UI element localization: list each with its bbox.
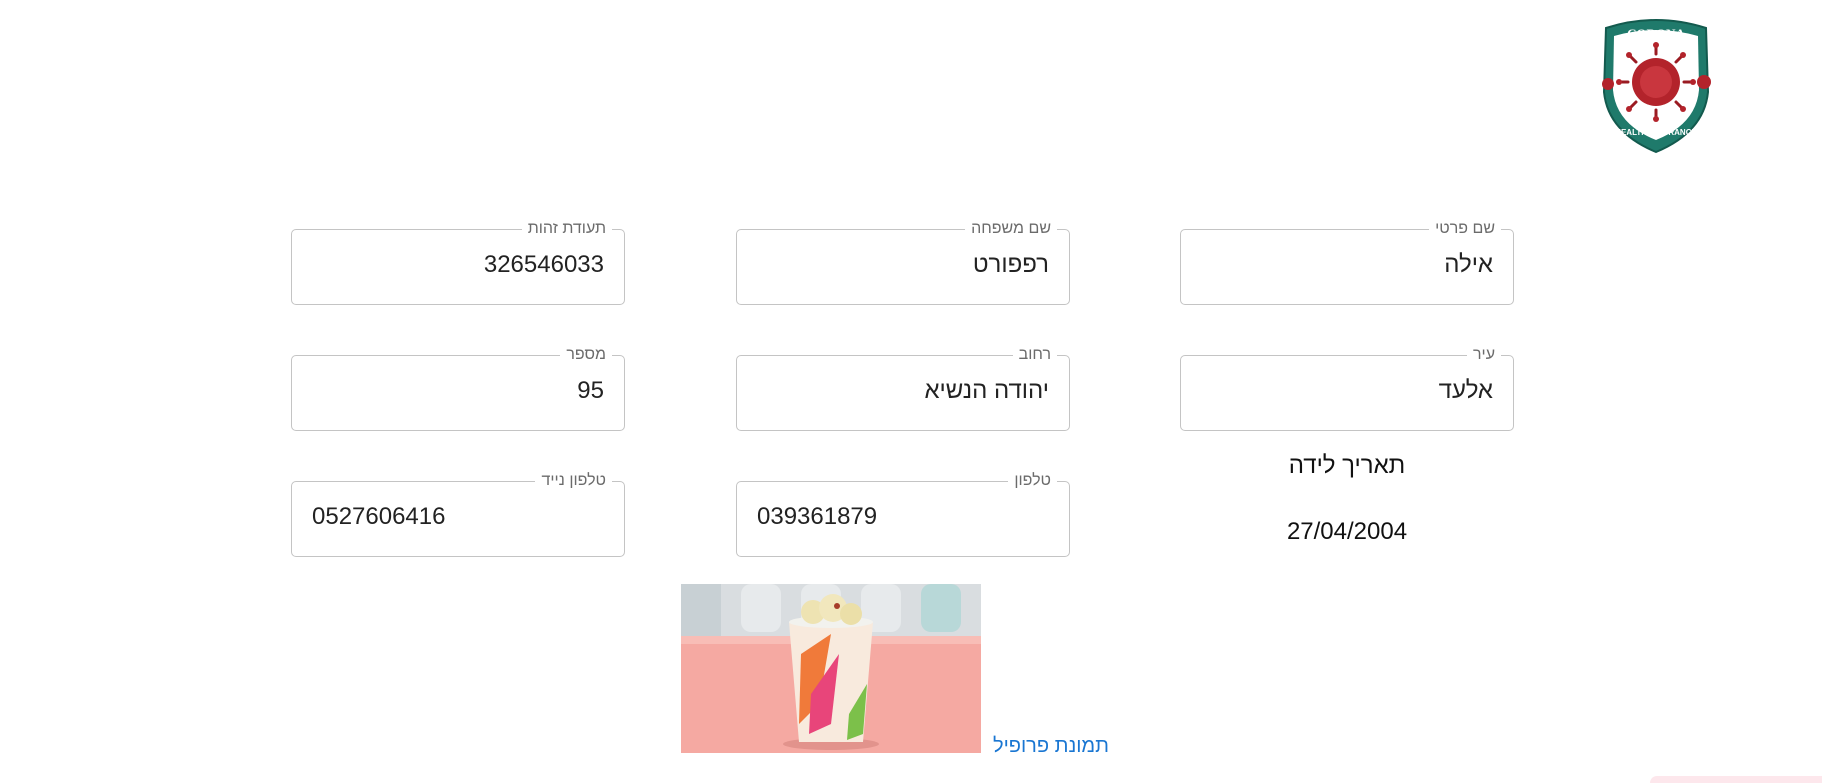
first-name-value[interactable]: אילה [1201,249,1493,281]
house-number-label: מספר [566,346,606,363]
house-number-field[interactable]: מספר 95 [291,347,625,431]
house-number-value[interactable]: 95 [312,375,604,407]
phone-label: טלפון [1014,472,1051,489]
birth-date-value: 27/04/2004 [1286,518,1408,545]
id-number-value[interactable]: 326546033 [312,249,604,281]
last-name-label: שם משפחה [971,220,1051,237]
last-name-field[interactable]: שם משפחה רפפורט [736,221,1070,305]
profile-picture-link[interactable]: תמונת פרופיל [993,733,1109,759]
street-label: רחוב [1018,346,1051,363]
street-value[interactable]: יהודה הנשיא [757,375,1049,407]
city-field[interactable]: עיר אלעד [1180,347,1514,431]
logo-bottom-text: HEALTH INSURANCE [1615,128,1697,137]
phone-value[interactable]: 039361879 [757,501,1049,533]
street-field[interactable]: רחוב יהודה הנשיא [736,347,1070,431]
birth-date-label: תאריך לידה [1288,452,1406,479]
id-number-field[interactable]: תעודת זהות 326546033 [291,221,625,305]
bottom-edge-decoration [1650,776,1822,783]
first-name-field[interactable]: שם פרטי אילה [1180,221,1514,305]
corona-health-insurance-logo: CORONA HEALTH INSURANCE [1602,19,1711,154]
mobile-phone-field[interactable]: טלפון נייד 0527606416 [291,473,625,557]
patient-details-page: CORONA HEALTH INSURANCE תעודת זהות 32654… [0,0,1822,783]
city-value[interactable]: אלעד [1201,375,1493,407]
mobile-phone-value[interactable]: 0527606416 [312,501,604,533]
profile-photo [681,584,981,753]
first-name-label: שם פרטי [1435,220,1495,237]
phone-field[interactable]: טלפון 039361879 [736,473,1070,557]
city-label: עיר [1472,346,1495,363]
mobile-phone-label: טלפון נייד [541,472,606,489]
birth-date-block: תאריך לידה 27/04/2004 [1180,450,1514,548]
logo-top-text: CORONA [1627,26,1685,41]
id-number-label: תעודת זהות [527,220,606,237]
last-name-value[interactable]: רפפורט [757,249,1049,281]
